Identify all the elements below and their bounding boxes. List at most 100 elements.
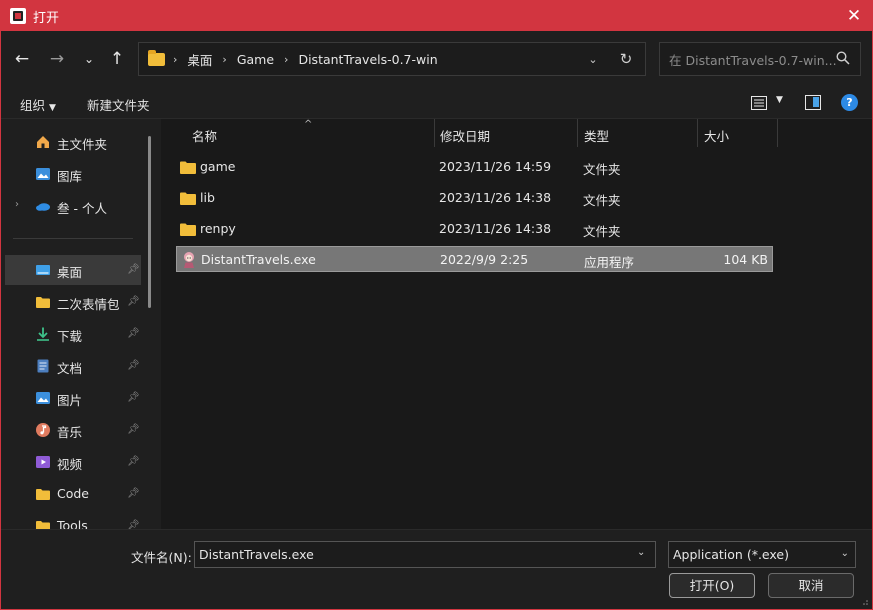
file-type-filter-value: Application (*.exe) [673, 547, 789, 562]
window-title: 打开 [33, 10, 60, 26]
column-header-date[interactable]: 修改日期 [440, 119, 490, 147]
desktop-icon [36, 265, 50, 275]
file-name: game [200, 159, 236, 174]
sidebar-item-music[interactable]: 音乐 📌︎ [5, 415, 141, 445]
sidebar-item-label: 文档 [57, 361, 83, 376]
sort-ascending-icon: ^ [304, 119, 313, 130]
column-divider[interactable] [434, 119, 435, 147]
open-button[interactable]: 打开(O) [669, 573, 755, 598]
sidebar-item-label: 视频 [57, 457, 83, 472]
back-arrow-icon[interactable]: ← [10, 45, 34, 73]
sidebar-item-emoji-folder[interactable]: 二次表情包 📌︎ [5, 287, 141, 317]
dialog-footer: 文件名(N): DistantTravels.exe ⌄ Application… [1, 529, 872, 609]
search-icon[interactable] [836, 51, 850, 65]
gallery-icon [36, 168, 50, 180]
up-arrow-icon[interactable]: ↑ [105, 45, 129, 73]
sidebar-item-home[interactable]: 主文件夹 [5, 127, 141, 157]
column-header-type[interactable]: 类型 [584, 119, 609, 147]
breadcrumb-distanttravels[interactable]: DistantTravels-0.7-win [298, 52, 437, 67]
folder-icon [180, 223, 196, 236]
pin-icon[interactable]: 📌︎ [127, 424, 140, 436]
address-history-chevron-icon[interactable]: ⌄ [579, 53, 607, 66]
folder-icon [148, 49, 165, 66]
breadcrumb-separator-icon: › [222, 52, 227, 66]
sidebar-item-documents[interactable]: 文档 📌︎ [5, 351, 141, 381]
filename-field[interactable]: DistantTravels.exe [194, 541, 656, 568]
file-date: 2023/11/26 14:38 [439, 221, 552, 236]
resize-grip-icon[interactable] [860, 597, 868, 605]
recent-locations-chevron-icon[interactable]: ⌄ [77, 45, 101, 73]
title-bar: 打开 ✕ [1, 1, 872, 31]
sidebar-item-label: 图库 [57, 169, 83, 184]
open-file-dialog: 打开 ✕ ← → ⌄ ↑ › 桌面 › Game › DistantTravel… [0, 0, 873, 610]
sidebar-item-label: Code [57, 486, 90, 501]
file-type: 文件夹 [583, 193, 621, 208]
column-header-name[interactable]: 名称 [192, 119, 217, 147]
navigation-pane: 主文件夹 图库 › 叁 - 个人 桌面 📌︎ 二次表情包 📌︎ 下载 📌︎ 文档… [1, 119, 161, 529]
folder-icon [36, 489, 50, 500]
column-divider[interactable] [697, 119, 698, 147]
caret-down-icon: ▼ [49, 103, 56, 113]
expand-chevron-icon[interactable]: › [15, 199, 19, 210]
sidebar-item-gallery[interactable]: 图库 [5, 159, 141, 189]
help-icon[interactable]: ? [841, 94, 858, 111]
breadcrumb-desktop[interactable]: 桌面 [187, 50, 212, 69]
download-icon [37, 327, 49, 341]
organize-menu-button[interactable]: 组织 ▼ [20, 95, 56, 114]
search-input[interactable]: 在 DistantTravels-0.7-win... [659, 42, 861, 76]
file-row-lib[interactable]: lib 2023/11/26 14:38 文件夹 [176, 185, 773, 211]
sidebar-item-downloads[interactable]: 下载 📌︎ [5, 319, 141, 349]
view-options-caret-icon[interactable]: ▼ [776, 95, 783, 105]
column-header-size[interactable]: 大小 [704, 119, 729, 147]
home-icon [37, 136, 49, 148]
pictures-icon [36, 392, 50, 404]
sidebar-item-label: 主文件夹 [57, 137, 108, 152]
pin-icon[interactable]: 📌︎ [127, 392, 140, 404]
file-row-game[interactable]: game 2023/11/26 14:59 文件夹 [176, 154, 773, 180]
folder-icon [36, 521, 50, 529]
file-date: 2023/11/26 14:59 [439, 159, 552, 174]
refresh-icon[interactable]: ↻ [607, 50, 645, 68]
sidebar-item-videos[interactable]: 视频 📌︎ [5, 447, 141, 477]
videos-icon [36, 456, 50, 468]
sidebar-divider [13, 238, 133, 239]
forward-arrow-icon[interactable]: → [45, 45, 69, 73]
pin-icon[interactable]: 📌︎ [127, 264, 140, 276]
column-divider[interactable] [777, 119, 778, 147]
breadcrumb-separator-icon: › [284, 52, 289, 66]
pin-icon[interactable]: 📌︎ [127, 328, 140, 340]
breadcrumb-separator-icon: › [173, 52, 178, 66]
file-type: 文件夹 [583, 162, 621, 177]
new-folder-button[interactable]: 新建文件夹 [87, 95, 150, 114]
pin-icon[interactable]: 📌︎ [127, 296, 140, 308]
breadcrumb-game[interactable]: Game [237, 52, 274, 67]
sidebar-item-label: 下载 [57, 329, 83, 344]
sidebar-item-label: 二次表情包 [57, 297, 120, 312]
sidebar-item-pictures[interactable]: 图片 📌︎ [5, 383, 141, 413]
column-divider[interactable] [577, 119, 578, 147]
file-row-renpy[interactable]: renpy 2023/11/26 14:38 文件夹 [176, 216, 773, 242]
filename-history-chevron-icon[interactable]: ⌄ [637, 547, 645, 558]
pin-icon[interactable]: 📌︎ [127, 456, 140, 468]
sidebar-item-label: 桌面 [57, 265, 83, 280]
file-name: lib [200, 190, 215, 205]
documents-icon [37, 359, 49, 373]
cancel-button[interactable]: 取消 [768, 573, 854, 598]
sidebar-scrollbar[interactable] [148, 136, 151, 308]
address-bar[interactable]: › 桌面 › Game › DistantTravels-0.7-win ⌄ ↻ [138, 42, 646, 76]
sidebar-item-code[interactable]: Code 📌︎ [5, 479, 141, 509]
file-row-distanttravels-exe[interactable]: DistantTravels.exe 2022/9/9 2:25 应用程序 10… [176, 246, 773, 272]
sidebar-item-desktop[interactable]: 桌面 📌︎ [5, 255, 141, 285]
file-type-filter-select[interactable]: Application (*.exe) ⌄ [668, 541, 856, 568]
onedrive-icon [36, 203, 50, 211]
pin-icon[interactable]: 📌︎ [127, 360, 140, 372]
close-icon[interactable]: ✕ [844, 6, 864, 26]
view-options-icon[interactable] [751, 96, 767, 110]
file-date: 2022/9/9 2:25 [440, 252, 529, 267]
file-type: 文件夹 [583, 224, 621, 239]
pin-icon[interactable]: 📌︎ [127, 488, 140, 500]
sidebar-item-onedrive-personal[interactable]: › 叁 - 个人 [5, 191, 141, 221]
preview-pane-icon[interactable] [805, 95, 821, 110]
pin-icon[interactable]: 📌︎ [127, 520, 140, 529]
sidebar-item-tools[interactable]: Tools 📌︎ [5, 511, 141, 529]
